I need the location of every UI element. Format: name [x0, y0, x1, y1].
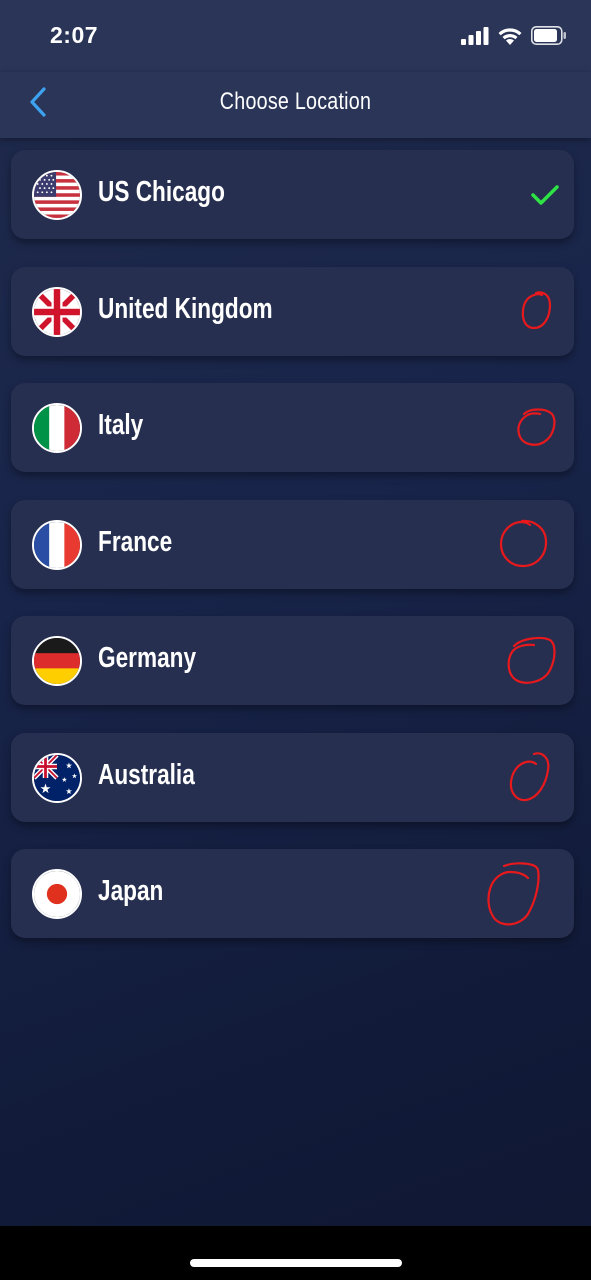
location-item-italy[interactable]: Italy: [11, 383, 574, 472]
red-circle-annotation: [498, 500, 550, 589]
uk-flag-icon: [32, 286, 82, 337]
wifi-icon: [497, 26, 523, 49]
location-name: France: [98, 525, 173, 558]
location-item-japan[interactable]: Japan: [11, 849, 574, 938]
red-circle-annotation: [506, 733, 554, 822]
red-circle-annotation: [504, 616, 558, 705]
location-item-germany[interactable]: Germany: [11, 616, 574, 705]
battery-icon: [531, 26, 567, 49]
location-name: United Kingdom: [98, 292, 273, 325]
red-circle-annotation: [520, 267, 554, 356]
red-circle-annotation: [516, 383, 558, 472]
location-name: Germany: [98, 642, 197, 674]
status-time: 2:07: [50, 22, 99, 48]
chevron-left-icon: [27, 86, 49, 122]
home-area: [0, 1226, 591, 1280]
germany-flag-icon: [32, 636, 82, 686]
status-bar: 2:07: [0, 0, 591, 72]
location-name: US Chicago: [98, 176, 225, 208]
cellular-signal-icon: [461, 26, 489, 49]
location-name: Japan: [98, 875, 164, 907]
home-indicator[interactable]: [190, 1259, 402, 1267]
nav-bar: Choose Location: [0, 72, 591, 138]
location-item-united-kingdom[interactable]: United Kingdom: [11, 266, 574, 356]
checkmark-icon: [530, 150, 560, 239]
status-icons: [461, 26, 567, 49]
location-list: US Chicago United Kingdom Italy France G…: [11, 150, 574, 966]
japan-flag-icon: [32, 869, 82, 919]
location-name: Australia: [98, 758, 195, 791]
location-item-australia[interactable]: Australia: [11, 732, 574, 822]
red-circle-annotation: [484, 849, 542, 938]
location-item-us-chicago[interactable]: US Chicago: [11, 150, 574, 239]
page-title: Choose Location: [219, 88, 372, 115]
back-button[interactable]: [20, 86, 56, 122]
location-item-france[interactable]: France: [11, 499, 574, 589]
location-name: Italy: [98, 409, 144, 441]
screen: 2:07 Choose Location US Chicago United K…: [0, 0, 591, 1280]
us-flag-icon: [32, 170, 82, 220]
italy-flag-icon: [32, 403, 82, 453]
australia-flag-icon: [32, 752, 82, 803]
france-flag-icon: [32, 519, 82, 570]
